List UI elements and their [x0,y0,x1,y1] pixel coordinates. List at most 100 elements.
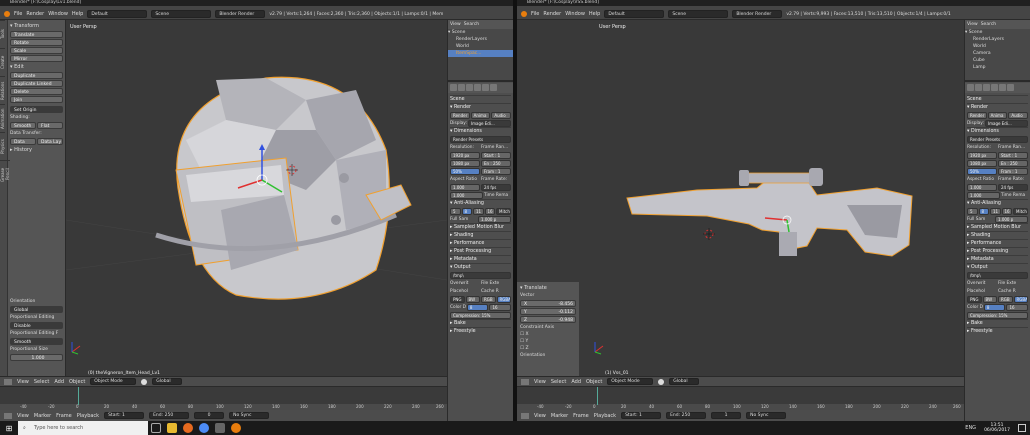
smooth-button[interactable]: Smooth [10,122,36,129]
right-outliner[interactable]: View Search ▾ Scene RenderLayers World C… [965,20,1030,82]
blender-logo-icon[interactable] [4,11,10,17]
playhead[interactable] [597,387,598,405]
menu-marker[interactable]: Marker [34,413,51,419]
render-panel-header[interactable]: ▾ Render [450,103,511,111]
file-ext-checkbox[interactable]: File Exte [481,281,511,286]
tab-physics[interactable]: Physics [0,132,5,160]
vector-y-field[interactable]: Y -0.112 [520,308,576,315]
section-freestyle[interactable]: ▸ Freestyle [450,327,511,335]
aa-5[interactable]: 5 [967,207,978,215]
left-timeline[interactable]: -40 -20 0 20 40 60 80 100 120 140 160 180 200 220 240 2… [0,386,447,410]
section-output[interactable]: ▾ Output [450,263,511,271]
app-icon[interactable] [215,423,225,433]
overwrite-checkbox[interactable]: Overwrit [450,281,480,286]
render-tab-icon[interactable] [967,84,974,91]
editor-type-icon[interactable] [521,378,529,385]
resolution-percent[interactable]: 50% [450,167,480,175]
audio-button[interactable]: Audio [1008,111,1029,119]
translate-button[interactable]: Translate [10,31,63,38]
audio-button[interactable]: Audio [491,111,512,119]
outliner-item-world[interactable]: World [448,43,513,50]
outliner-item-scene[interactable]: ▾ Scene [965,29,1030,36]
data-layout-button[interactable]: Data Lay [37,138,63,145]
rgb-button[interactable]: RGB [481,295,496,303]
world-tab-icon[interactable] [474,84,481,91]
vector-x-field[interactable]: X -8.456 [520,300,576,307]
helmet-model[interactable] [66,20,447,360]
frame-rate-select[interactable]: 24 fps [481,183,511,191]
right-timeline[interactable]: -40 -20 0 20 40 60 80 100 120 140 160 180 200 220 240 2… [517,386,964,410]
menu-add[interactable]: Add [571,379,581,385]
notification-icon[interactable] [1018,424,1026,432]
menu-view[interactable]: View [534,413,546,419]
blender-taskbar-icon[interactable] [231,423,241,433]
constraints-tab-icon[interactable] [1007,84,1014,91]
rgba-button[interactable]: RGBA [1013,295,1028,303]
menu-render[interactable]: Render [26,11,44,17]
flat-button[interactable]: Flat [37,122,63,129]
section-bake[interactable]: ▸ Bake [450,319,511,327]
placeholders-checkbox[interactable]: Placehol [967,289,997,294]
menu-view[interactable]: View [17,379,29,385]
duplicate-linked-button[interactable]: Duplicate Linked [10,80,63,87]
frame-step[interactable]: Fram : 1 [481,167,511,175]
aa-11[interactable]: 11 [473,207,484,215]
section-motion-blur[interactable]: ▸ Sampled Motion Blur [967,223,1028,231]
output-path-field[interactable]: /tmp\ [450,271,511,279]
menu-file[interactable]: File [531,11,539,17]
compression-slider[interactable]: Compression: 15% [967,311,1028,319]
anti-aliasing-header[interactable]: ▾ Anti-Aliasing [967,199,1028,207]
file-explorer-icon[interactable] [167,423,177,433]
animation-button[interactable]: Anima [987,111,1008,119]
aa-16[interactable]: 16 [1001,207,1012,215]
aspect-x[interactable]: 1.000 [967,183,997,191]
shading-icon[interactable] [658,378,665,385]
transform-panel-header[interactable]: ▾ Transform [10,22,63,30]
layers-tab-icon[interactable] [458,84,465,91]
file-format-select[interactable]: PNG [450,295,465,303]
section-metadata[interactable]: ▸ Metadata [967,255,1028,263]
depth-8-button[interactable]: 8 [983,303,1006,311]
end-frame[interactable]: En : 250 [998,159,1028,167]
end-frame[interactable]: En : 250 [481,159,511,167]
render-engine-selector[interactable]: Blender Render [732,10,783,18]
menu-playback[interactable]: Playback [77,413,99,419]
aa-filter-select[interactable]: Mitchell-... [496,207,511,215]
scene-selector[interactable]: Scene [668,10,729,18]
aa-11[interactable]: 11 [990,207,1001,215]
data-button[interactable]: Data [10,138,36,145]
outliner-view-menu[interactable]: View [967,22,978,27]
full-sample-checkbox[interactable]: Full Sam [450,217,477,222]
editor-type-icon[interactable] [521,412,529,419]
outliner-view-menu[interactable]: View [450,22,461,27]
start-frame-field[interactable]: Start: 1 [621,412,662,419]
properties-context-tabs[interactable] [448,83,513,93]
start-frame[interactable]: Start : 1 [481,151,511,159]
windows-start-icon[interactable]: ⊞ [0,421,18,435]
animation-button[interactable]: Anima [470,111,491,119]
scene-tab-icon[interactable] [983,84,990,91]
file-ext-checkbox[interactable]: File Exte [998,281,1028,286]
section-output[interactable]: ▾ Output [967,263,1028,271]
pivot-orientation[interactable]: Global [152,378,183,385]
sync-selector[interactable]: No Sync [229,412,270,419]
menu-window[interactable]: Window [565,11,585,17]
overwrite-checkbox[interactable]: Overwrit [967,281,997,286]
prop-edit-select[interactable]: Disable [10,322,63,329]
dimensions-panel-header[interactable]: ▾ Dimensions [967,127,1028,135]
render-presets-select[interactable]: Render Presets [967,135,1028,143]
aa-filter-select[interactable]: Mitchell-... [1013,207,1028,215]
menu-view[interactable]: View [17,413,29,419]
outliner-item-scene[interactable]: ▾ Scene [448,29,513,36]
menu-object[interactable]: Object [69,379,85,385]
resolution-y[interactable]: 1080 px [450,159,480,167]
layout-selector[interactable]: Default [604,10,665,18]
editor-type-icon[interactable] [4,412,12,419]
render-panel-header[interactable]: ▾ Render [967,103,1028,111]
tab-grease-pencil[interactable]: Grease Pencil [0,160,10,188]
scale-button[interactable]: Scale [10,47,63,54]
task-view-icon[interactable] [151,423,161,433]
world-tab-icon[interactable] [991,84,998,91]
section-freestyle[interactable]: ▸ Freestyle [967,327,1028,335]
taskbar-clock[interactable]: 13:51 06/06/2017 [984,423,1010,433]
